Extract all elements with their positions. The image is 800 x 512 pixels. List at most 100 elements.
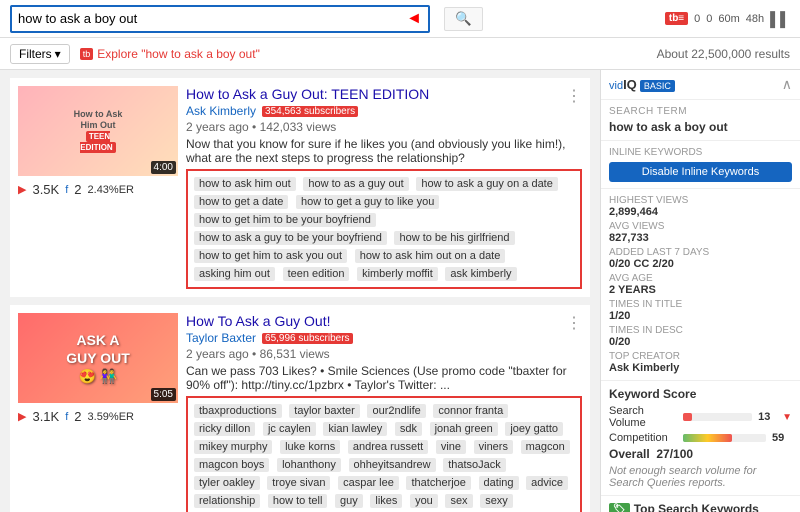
tag[interactable]: mikey murphy	[194, 440, 272, 454]
iq-part: IQ	[623, 77, 637, 92]
overall-value: 27/100	[656, 447, 693, 461]
tag[interactable]: jc caylen	[263, 422, 316, 436]
tags-box-1: how to ask him out how to as a guy out h…	[186, 169, 582, 289]
competition-label: Competition	[609, 432, 679, 444]
description-2: Can we pass 703 Likes? • Smile Sciences …	[186, 364, 582, 392]
results-count: About 22,500,000 results	[657, 47, 790, 61]
inline-keywords-label: INLINE KEYWORDS	[609, 147, 792, 158]
tag[interactable]: how to as a guy out	[303, 177, 408, 191]
highest-views-value: 2,899,464	[609, 206, 792, 218]
tag[interactable]: thatsoJack	[443, 458, 506, 472]
filters-button[interactable]: Filters ▾	[10, 44, 70, 64]
more-options-icon-2[interactable]: ⋮	[566, 313, 582, 333]
tag[interactable]: lohanthony	[277, 458, 341, 472]
tag[interactable]: andrea russett	[348, 440, 428, 454]
tag[interactable]: likes	[370, 494, 402, 508]
channel-name-2[interactable]: Taylor Baxter	[186, 331, 256, 345]
tag[interactable]: joey gatto	[505, 422, 563, 436]
search-term-section: SEARCH TERM how to ask a boy out	[601, 100, 800, 141]
tag[interactable]: connor franta	[433, 404, 508, 418]
search-input[interactable]	[18, 11, 406, 26]
keyword-score-section: Keyword Score Search Volume 13 ▼ Competi…	[601, 381, 800, 496]
avg-views-value: 827,733	[609, 232, 792, 244]
tb-explore-icon: tb	[80, 48, 94, 60]
tag[interactable]: tyler oakley	[194, 476, 260, 490]
meta-1: 2 years ago • 142,033 views	[186, 120, 582, 134]
meta-2: 2 years ago • 86,531 views	[186, 347, 582, 361]
disable-keywords-button[interactable]: Disable Inline Keywords	[609, 162, 792, 182]
tag[interactable]: asking him out	[194, 267, 275, 281]
tag[interactable]: thatcherjoe	[406, 476, 470, 490]
highest-views-label: HIGHEST VIEWS	[609, 195, 792, 206]
sidebar-header: vidIQ BASIC ∧	[601, 70, 800, 100]
tag[interactable]: caspar lee	[338, 476, 399, 490]
tag[interactable]: how to be his girlfriend	[394, 231, 514, 245]
tag[interactable]: ohheyitsandrew	[349, 458, 436, 472]
fb-icon-2: f	[65, 411, 68, 423]
tag[interactable]: luke korns	[280, 440, 340, 454]
tag[interactable]: how to tell	[268, 494, 328, 508]
tag[interactable]: how to get him to be your boyfriend	[194, 213, 376, 227]
subscriber-count-2: 65,996 subscribers	[262, 333, 353, 344]
close-button[interactable]: ∧	[782, 76, 792, 93]
added-last7-value: 0/20 CC 2/20	[609, 258, 792, 270]
tag[interactable]: how to ask a guy to be your boyfriend	[194, 231, 387, 245]
competition-fill	[683, 434, 732, 442]
tag[interactable]: sexy	[480, 494, 513, 508]
tag[interactable]: kian lawley	[323, 422, 387, 436]
explore-button[interactable]: tb Explore "how to ask a boy out"	[80, 47, 260, 61]
bar-icon: ▌▌	[770, 11, 790, 27]
tag[interactable]: viners	[474, 440, 513, 454]
yt-icon-2: ▶	[18, 410, 26, 423]
description-1: Now that you know for sure if he likes y…	[186, 137, 582, 165]
tag[interactable]: dating	[479, 476, 519, 490]
tag[interactable]: ricky dillon	[194, 422, 255, 436]
er-1: 2.43%ER	[88, 184, 134, 196]
thumbnail-2: ASK AGUY OUT😍 👫 5:05	[18, 313, 178, 403]
tag[interactable]: guy	[335, 494, 363, 508]
tag[interactable]: you	[410, 494, 438, 508]
tag[interactable]: relationship	[194, 494, 260, 508]
video-title-1[interactable]: How to Ask a Guy Out: TEEN EDITION	[186, 86, 582, 102]
tag[interactable]: how to ask him out on a date	[355, 249, 506, 263]
overall-score: Overall 27/100	[609, 447, 792, 461]
top-keywords-header: 🏷 Top Search Keywords	[609, 502, 792, 512]
tag[interactable]: vine	[436, 440, 466, 454]
inline-keywords-section: INLINE KEYWORDS Disable Inline Keywords	[601, 141, 800, 189]
more-options-icon[interactable]: ⋮	[566, 86, 582, 106]
tag[interactable]: troye sivan	[267, 476, 330, 490]
video-title-2[interactable]: How To Ask a Guy Out!	[186, 313, 582, 329]
video-card: How to AskHim OutTEENEDITION 4:00 ▶ 3.5K…	[10, 78, 590, 297]
tag[interactable]: kimberly moffit	[357, 267, 438, 281]
avg-views-label: AVG VIEWS	[609, 221, 792, 232]
duration-badge-1: 4:00	[151, 161, 176, 174]
tag[interactable]: how to ask him out	[194, 177, 296, 191]
yt-count-1: 3.5K	[32, 182, 59, 197]
er-2: 3.59%ER	[88, 411, 134, 423]
tag[interactable]: magcon boys	[194, 458, 269, 472]
tag[interactable]: our2ndlife	[367, 404, 425, 418]
channel-name-1[interactable]: Ask Kimberly	[186, 104, 256, 118]
tag[interactable]: how to get him to ask you out	[194, 249, 347, 263]
tag[interactable]: how to get a date	[194, 195, 288, 209]
tag[interactable]: sdk	[395, 422, 422, 436]
tag[interactable]: teen edition	[283, 267, 350, 281]
tag[interactable]: jonah green	[430, 422, 498, 436]
tag[interactable]: tbaxproductions	[194, 404, 282, 418]
sub-bar: Filters ▾ tb Explore "how to ask a boy o…	[0, 38, 800, 70]
tag[interactable]: advice	[526, 476, 568, 490]
stats-row-1: ▶ 3.5K f 2 2.43%ER	[18, 182, 178, 197]
tag[interactable]: sex	[445, 494, 472, 508]
tag[interactable]: how to get a guy to like you	[296, 195, 439, 209]
search-button[interactable]: 🔍	[444, 7, 483, 31]
tag[interactable]: how to ask a guy on a date	[416, 177, 557, 191]
vidiq-logo: vidIQ BASIC	[609, 77, 675, 92]
tag[interactable]: magcon	[521, 440, 570, 454]
competition-bar	[683, 434, 766, 442]
thumbnail-1: How to AskHim OutTEENEDITION 4:00	[18, 86, 178, 176]
tag[interactable]: ask kimberly	[445, 267, 516, 281]
tags-box-2: tbaxproductions taylor baxter our2ndlife…	[186, 396, 582, 512]
tag[interactable]: taylor baxter	[289, 404, 360, 418]
fb-count-2: 2	[74, 409, 81, 424]
top-bar: ◄ 🔍 tb≡ 0 0 60m 48h ▌▌	[0, 0, 800, 38]
